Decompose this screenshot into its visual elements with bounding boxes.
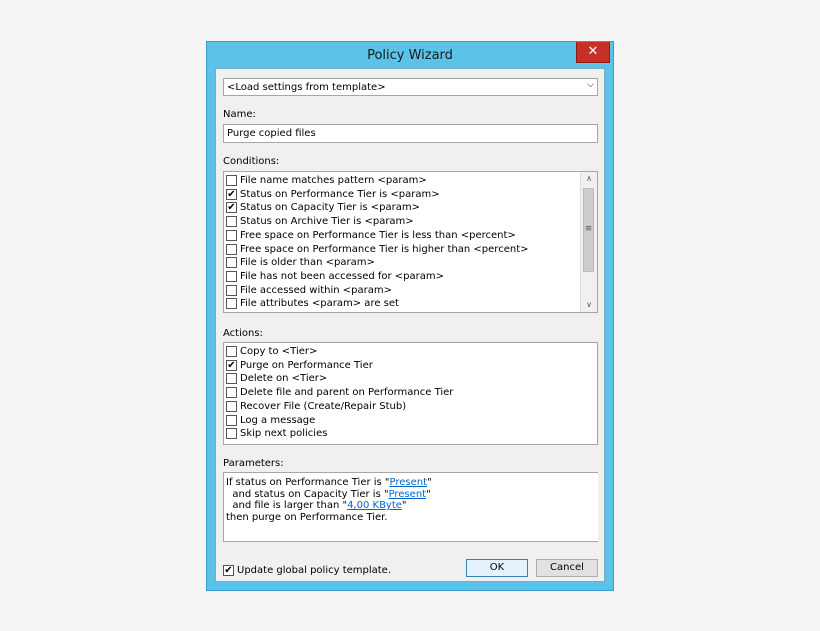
scroll-down-icon[interactable]: ∨ (581, 298, 597, 312)
checkbox-checked[interactable]: ✔ (226, 359, 237, 371)
checkbox[interactable] (226, 284, 237, 296)
checkbox[interactable] (226, 400, 237, 412)
checkbox[interactable] (226, 387, 237, 399)
update-template-label: Update global policy template. (237, 565, 392, 576)
param-line-4: then purge on Performance Tier. (226, 512, 388, 523)
checkbox[interactable] (226, 229, 237, 241)
actions-item-label: Delete file and parent on Performance Ti… (240, 387, 454, 399)
checkbox[interactable] (226, 298, 237, 310)
template-dropdown-value: <Load settings from template> (227, 82, 386, 93)
scroll-up-icon[interactable]: ∧ (581, 172, 597, 186)
param-text: " (426, 489, 431, 500)
param-text: and status on Capacity Tier is " (226, 489, 389, 500)
name-label: Name: (223, 109, 256, 120)
param-text: and file is larger than " (226, 500, 348, 511)
chevron-down-icon[interactable]: ⌵ (587, 80, 594, 90)
checkbox[interactable] (226, 428, 237, 440)
conditions-item-label: Status on Performance Tier is <param> (240, 188, 440, 200)
parameters-box: If status on Performance Tier is "Presen… (223, 472, 598, 542)
param-line-1: If status on Performance Tier is "Presen… (226, 477, 432, 488)
close-button[interactable]: ✕ (576, 42, 610, 63)
policy-wizard-window: Policy Wizard ✕ <Load settings from temp… (206, 41, 614, 591)
status-performance-link[interactable]: Present (390, 477, 428, 488)
close-icon: ✕ (587, 44, 599, 59)
actions-item-label: Skip next policies (240, 428, 328, 440)
conditions-item-label: File attributes <param> are set (240, 298, 399, 310)
dialog-body: <Load settings from template> ⌵ Name: Pu… (215, 68, 605, 582)
name-input[interactable]: Purge copied files (223, 124, 598, 143)
checkbox[interactable] (226, 346, 237, 357)
conditions-item-label: Free space on Performance Tier is higher… (240, 243, 529, 255)
template-dropdown[interactable]: <Load settings from template> ⌵ (223, 78, 598, 96)
conditions-scrollbar[interactable]: ∧ ≡ ∨ (580, 172, 597, 312)
checkbox[interactable] (226, 243, 237, 255)
window-title: Policy Wizard (367, 48, 453, 63)
status-capacity-link[interactable]: Present (389, 489, 427, 500)
checkbox[interactable] (226, 216, 237, 228)
checkbox[interactable] (226, 373, 237, 385)
actions-item-label: Purge on Performance Tier (240, 359, 373, 371)
conditions-item-label: File has not been accessed for <param> (240, 270, 445, 282)
checkbox[interactable] (226, 270, 237, 282)
conditions-item-label: File name matches pattern <param> (240, 175, 427, 186)
param-text: " (401, 500, 407, 511)
param-text: " (427, 477, 432, 488)
conditions-item-label: File is older than <param> (240, 257, 375, 269)
actions-label: Actions: (223, 328, 263, 339)
actions-item-label: Copy to <Tier> (240, 346, 318, 357)
checkbox-checked[interactable]: ✔ (226, 188, 237, 200)
conditions-list[interactable]: File name matches pattern <param> ✔ Status… (223, 171, 598, 313)
grip-icon: ≡ (584, 224, 593, 234)
checkbox[interactable] (226, 257, 237, 269)
actions-item-label: Delete on <Tier> (240, 373, 328, 385)
checkbox-checked[interactable]: ✔ (223, 565, 234, 576)
param-line-2: and status on Capacity Tier is "Present" (226, 489, 431, 500)
conditions-item-label: Status on Archive Tier is <param> (240, 216, 414, 228)
checkbox[interactable] (226, 414, 237, 426)
title-bar[interactable]: Policy Wizard ✕ (207, 42, 613, 68)
conditions-label: Conditions: (223, 156, 280, 167)
cancel-button[interactable]: Cancel (536, 559, 598, 577)
parameters-label: Parameters: (223, 458, 284, 469)
conditions-item-label: File accessed within <param> (240, 284, 393, 296)
scroll-thumb[interactable]: ≡ (583, 188, 594, 272)
update-template-checkbox[interactable]: ✔ Update global policy template. (223, 565, 423, 578)
name-input-value: Purge copied files (227, 128, 316, 139)
ok-button[interactable]: OK (466, 559, 528, 577)
param-line-3: and file is larger than "4,00 KByte" (226, 500, 407, 511)
actions-list[interactable]: Copy to <Tier> ✔ Purge on Performance Tier… (223, 342, 598, 445)
checkbox-checked[interactable]: ✔ (226, 202, 237, 214)
actions-item-label: Recover File (Create/Repair Stub) (240, 400, 407, 412)
checkbox[interactable] (226, 175, 237, 186)
conditions-item-label: Status on Capacity Tier is <param> (240, 202, 420, 214)
actions-item-label: Log a message (240, 414, 316, 426)
param-text: If status on Performance Tier is " (226, 477, 390, 488)
file-size-link[interactable]: 4,00 KByte (347, 500, 402, 511)
conditions-item-label: Free space on Performance Tier is less t… (240, 229, 516, 241)
